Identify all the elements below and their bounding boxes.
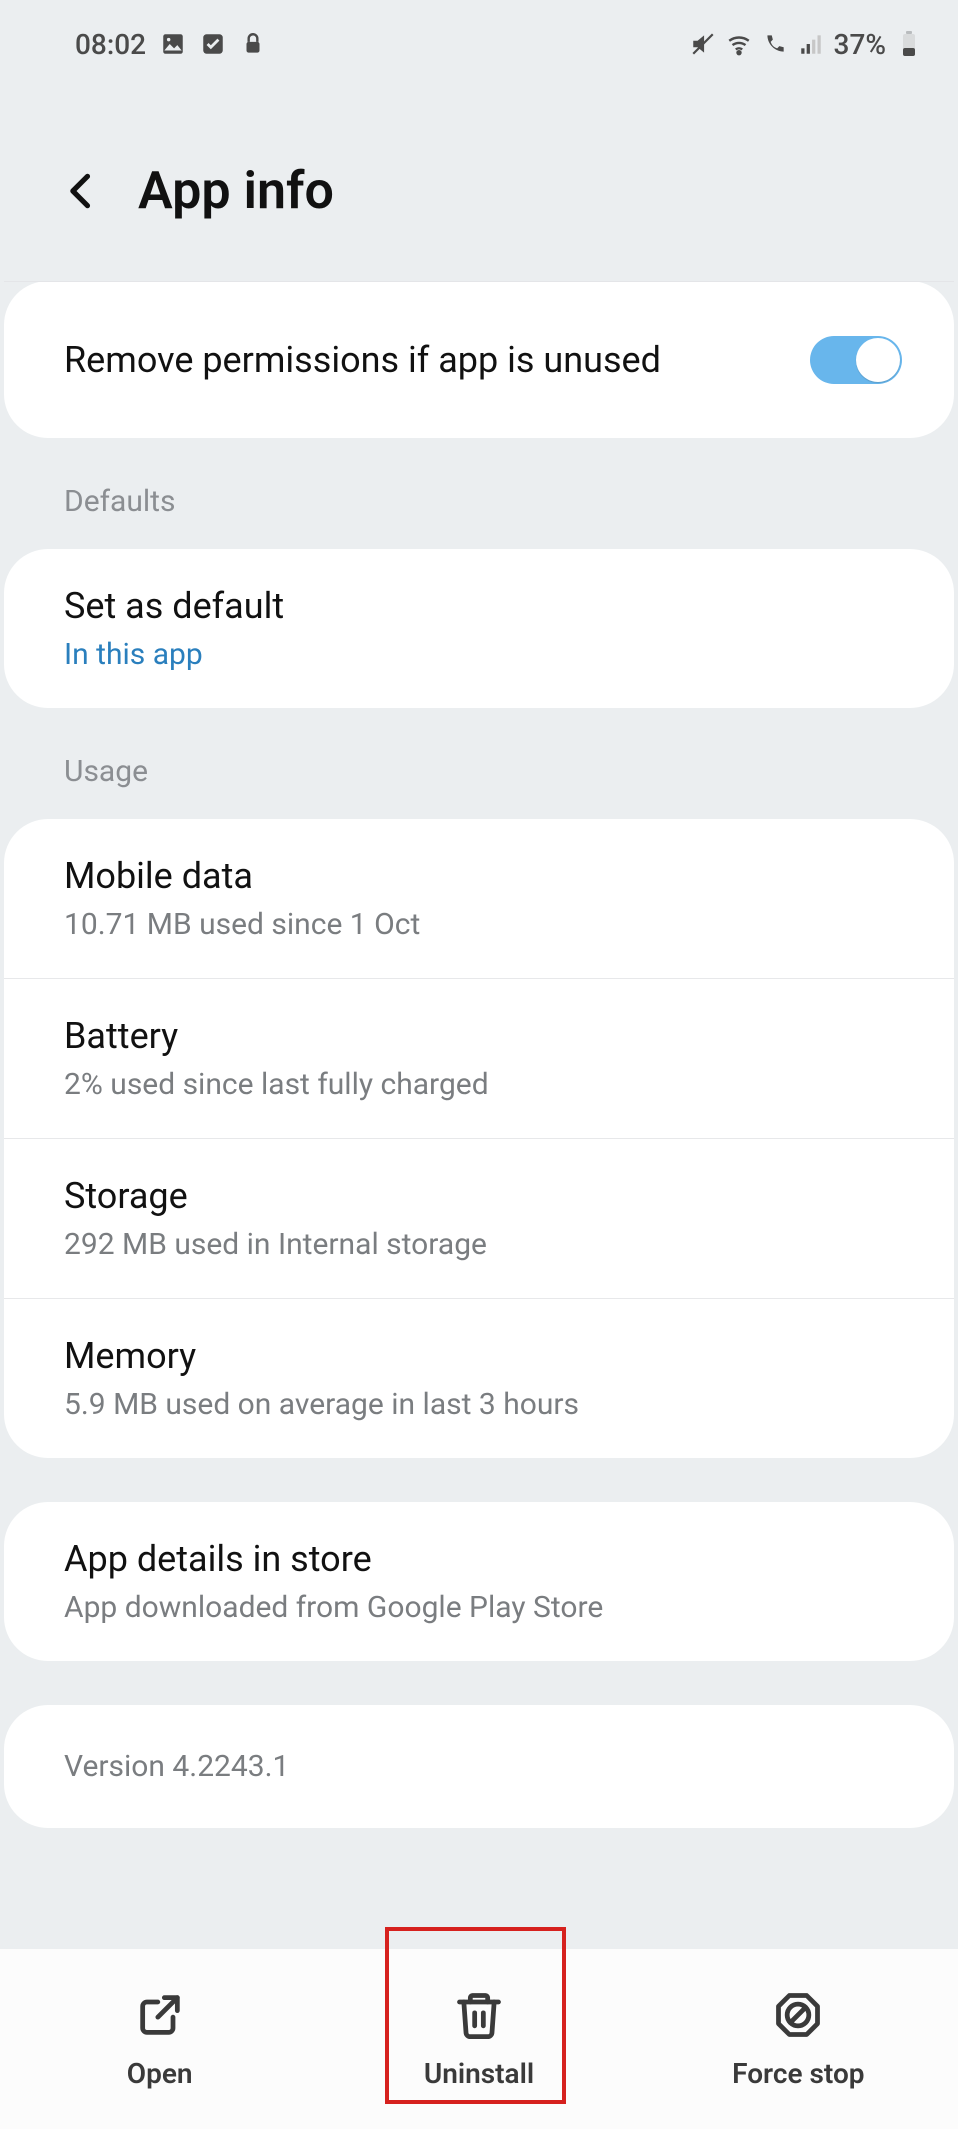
battery-percent: 37% <box>834 28 886 61</box>
store-subtitle: App downloaded from Google Play Store <box>64 1590 894 1625</box>
force-stop-label: Force stop <box>732 2057 864 2090</box>
section-label-usage: Usage <box>0 708 958 819</box>
check-box-icon <box>200 31 226 57</box>
picture-icon <box>160 31 186 57</box>
permissions-card: Remove permissions if app is unused <box>4 281 954 438</box>
wifi-icon <box>726 31 752 57</box>
trash-icon <box>453 1989 505 2041</box>
mobile-data-subtitle: 10.71 MB used since 1 Oct <box>64 907 894 942</box>
status-bar: 08:02 37% <box>0 0 958 70</box>
page-title: App info <box>138 160 334 221</box>
row-storage[interactable]: Storage 292 MB used in Internal storage <box>4 1139 954 1299</box>
memory-title: Memory <box>64 1335 894 1377</box>
force-stop-button[interactable]: Force stop <box>639 1949 958 2129</box>
row-memory[interactable]: Memory 5.9 MB used on average in last 3 … <box>4 1299 954 1458</box>
storage-subtitle: 292 MB used in Internal storage <box>64 1227 894 1262</box>
storage-title: Storage <box>64 1175 894 1217</box>
signal-icon <box>798 31 824 57</box>
battery-subtitle: 2% used since last fully charged <box>64 1067 894 1102</box>
status-time: 08:02 <box>75 28 146 61</box>
uninstall-button[interactable]: Uninstall <box>319 1949 638 2129</box>
defaults-card: Set as default In this app <box>4 549 954 708</box>
open-label: Open <box>127 2057 193 2090</box>
row-battery[interactable]: Battery 2% used since last fully charged <box>4 979 954 1139</box>
section-label-defaults: Defaults <box>0 438 958 549</box>
open-icon <box>134 1989 186 2041</box>
remove-permissions-label: Remove permissions if app is unused <box>64 339 661 381</box>
vowifi-icon <box>762 31 788 57</box>
mobile-data-title: Mobile data <box>64 855 894 897</box>
forbidden-icon <box>772 1989 824 2041</box>
row-mobile-data[interactable]: Mobile data 10.71 MB used since 1 Oct <box>4 819 954 979</box>
store-title: App details in store <box>64 1538 894 1580</box>
row-remove-permissions[interactable]: Remove permissions if app is unused <box>4 282 954 438</box>
status-right: 37% <box>690 28 922 61</box>
header: App info <box>0 70 958 281</box>
row-app-details-store[interactable]: App details in store App downloaded from… <box>4 1502 954 1661</box>
status-left: 08:02 <box>75 28 266 61</box>
bottom-bar: Open Uninstall Force stop <box>0 1949 958 2129</box>
store-card: App details in store App downloaded from… <box>4 1502 954 1661</box>
uninstall-label: Uninstall <box>424 2057 534 2090</box>
set-as-default-subtitle: In this app <box>64 637 894 672</box>
lock-icon <box>240 31 266 57</box>
version-card: Version 4.2243.1 <box>4 1705 954 1828</box>
mute-icon <box>690 31 716 57</box>
back-button[interactable] <box>60 169 104 213</box>
row-set-as-default[interactable]: Set as default In this app <box>4 549 954 708</box>
remove-permissions-toggle[interactable] <box>810 336 902 384</box>
battery-icon <box>896 31 922 57</box>
version-text: Version 4.2243.1 <box>64 1749 894 1784</box>
set-as-default-title: Set as default <box>64 585 894 627</box>
memory-subtitle: 5.9 MB used on average in last 3 hours <box>64 1387 894 1422</box>
open-button[interactable]: Open <box>0 1949 319 2129</box>
battery-title: Battery <box>64 1015 894 1057</box>
usage-card: Mobile data 10.71 MB used since 1 Oct Ba… <box>4 819 954 1458</box>
